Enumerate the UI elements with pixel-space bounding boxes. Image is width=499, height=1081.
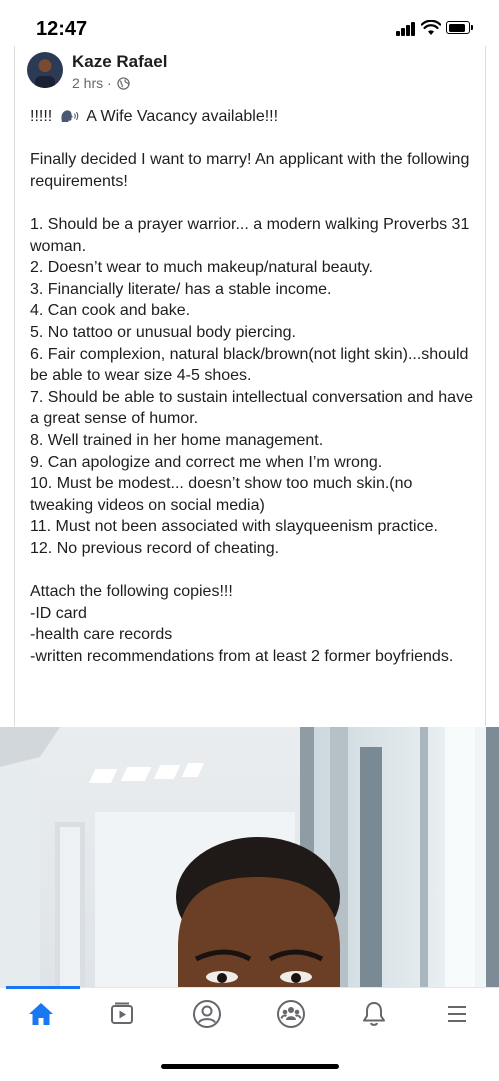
requirement-item: 4. Can cook and bake.: [30, 302, 191, 320]
requirement-item: 11. Must not been associated with slayqu…: [30, 518, 438, 536]
menu-icon: [448, 1006, 466, 1022]
video-icon: [111, 1002, 133, 1024]
tab-profile[interactable]: [182, 988, 232, 1040]
home-icon: [29, 1003, 53, 1025]
status-time: 12:47: [36, 18, 88, 40]
post-body: !!!!! A Wife Vacancy available!!! Finall…: [30, 106, 478, 667]
home-indicator[interactable]: [161, 1064, 339, 1069]
post-title-line: !!!!! A Wife Vacancy available!!!: [30, 106, 478, 128]
tab-video[interactable]: [97, 988, 147, 1040]
wifi-icon: [421, 20, 441, 35]
attach-heading: Attach the following copies!!!: [30, 583, 233, 601]
post-photo[interactable]: [0, 727, 499, 987]
post-meta: 2 hrs ·: [72, 75, 130, 91]
speaking-head-icon: [61, 110, 78, 122]
author-avatar[interactable]: [27, 52, 63, 88]
author-name[interactable]: Kaze Rafael: [72, 52, 167, 72]
tab-groups[interactable]: [266, 988, 316, 1040]
status-bar: 12:47: [0, 0, 499, 52]
title-prefix: !!!!!: [30, 108, 53, 125]
attachment-item: -written recommendations from at least 2…: [30, 647, 454, 665]
post-time[interactable]: 2 hrs ·: [72, 75, 112, 91]
requirement-item: 7. Should be able to sustain intellectua…: [30, 388, 473, 428]
tab-menu[interactable]: [432, 988, 482, 1040]
attachment-item: -ID card: [30, 604, 87, 622]
post-intro: Finally decided I want to marry! An appl…: [30, 151, 470, 190]
tab-notifications[interactable]: [349, 988, 399, 1040]
cellular-signal-icon: [396, 22, 416, 36]
requirement-item: 10. Must be modest... doesn’t show too m…: [30, 475, 413, 514]
groups-icon: [277, 1000, 305, 1028]
requirement-item: 6. Fair complexion, natural black/brown(…: [30, 345, 469, 385]
attachment-item: -health care records: [30, 626, 173, 644]
photo-illustration: [0, 727, 499, 987]
requirement-item: 1. Should be a prayer warrior... a moder…: [30, 215, 470, 255]
profile-icon: [193, 1000, 221, 1028]
notifications-icon: [363, 1002, 385, 1026]
requirement-item: 2. Doesn’t wear to much makeup/natural b…: [30, 259, 373, 277]
requirement-item: 9. Can apologize and correct me when I’m…: [30, 453, 383, 471]
battery-icon: [446, 21, 473, 34]
post-title: A Wife Vacancy available!!!: [86, 108, 279, 125]
requirement-item: 12. No previous record of cheating.: [30, 539, 280, 557]
requirement-item: 3. Financially literate/ has a stable in…: [30, 280, 332, 298]
globe-icon: [117, 76, 130, 90]
tab-home[interactable]: [16, 988, 66, 1040]
requirement-item: 8. Well trained in her home management.: [30, 431, 324, 449]
requirement-item: 5. No tattoo or unusual body piercing.: [30, 323, 296, 341]
